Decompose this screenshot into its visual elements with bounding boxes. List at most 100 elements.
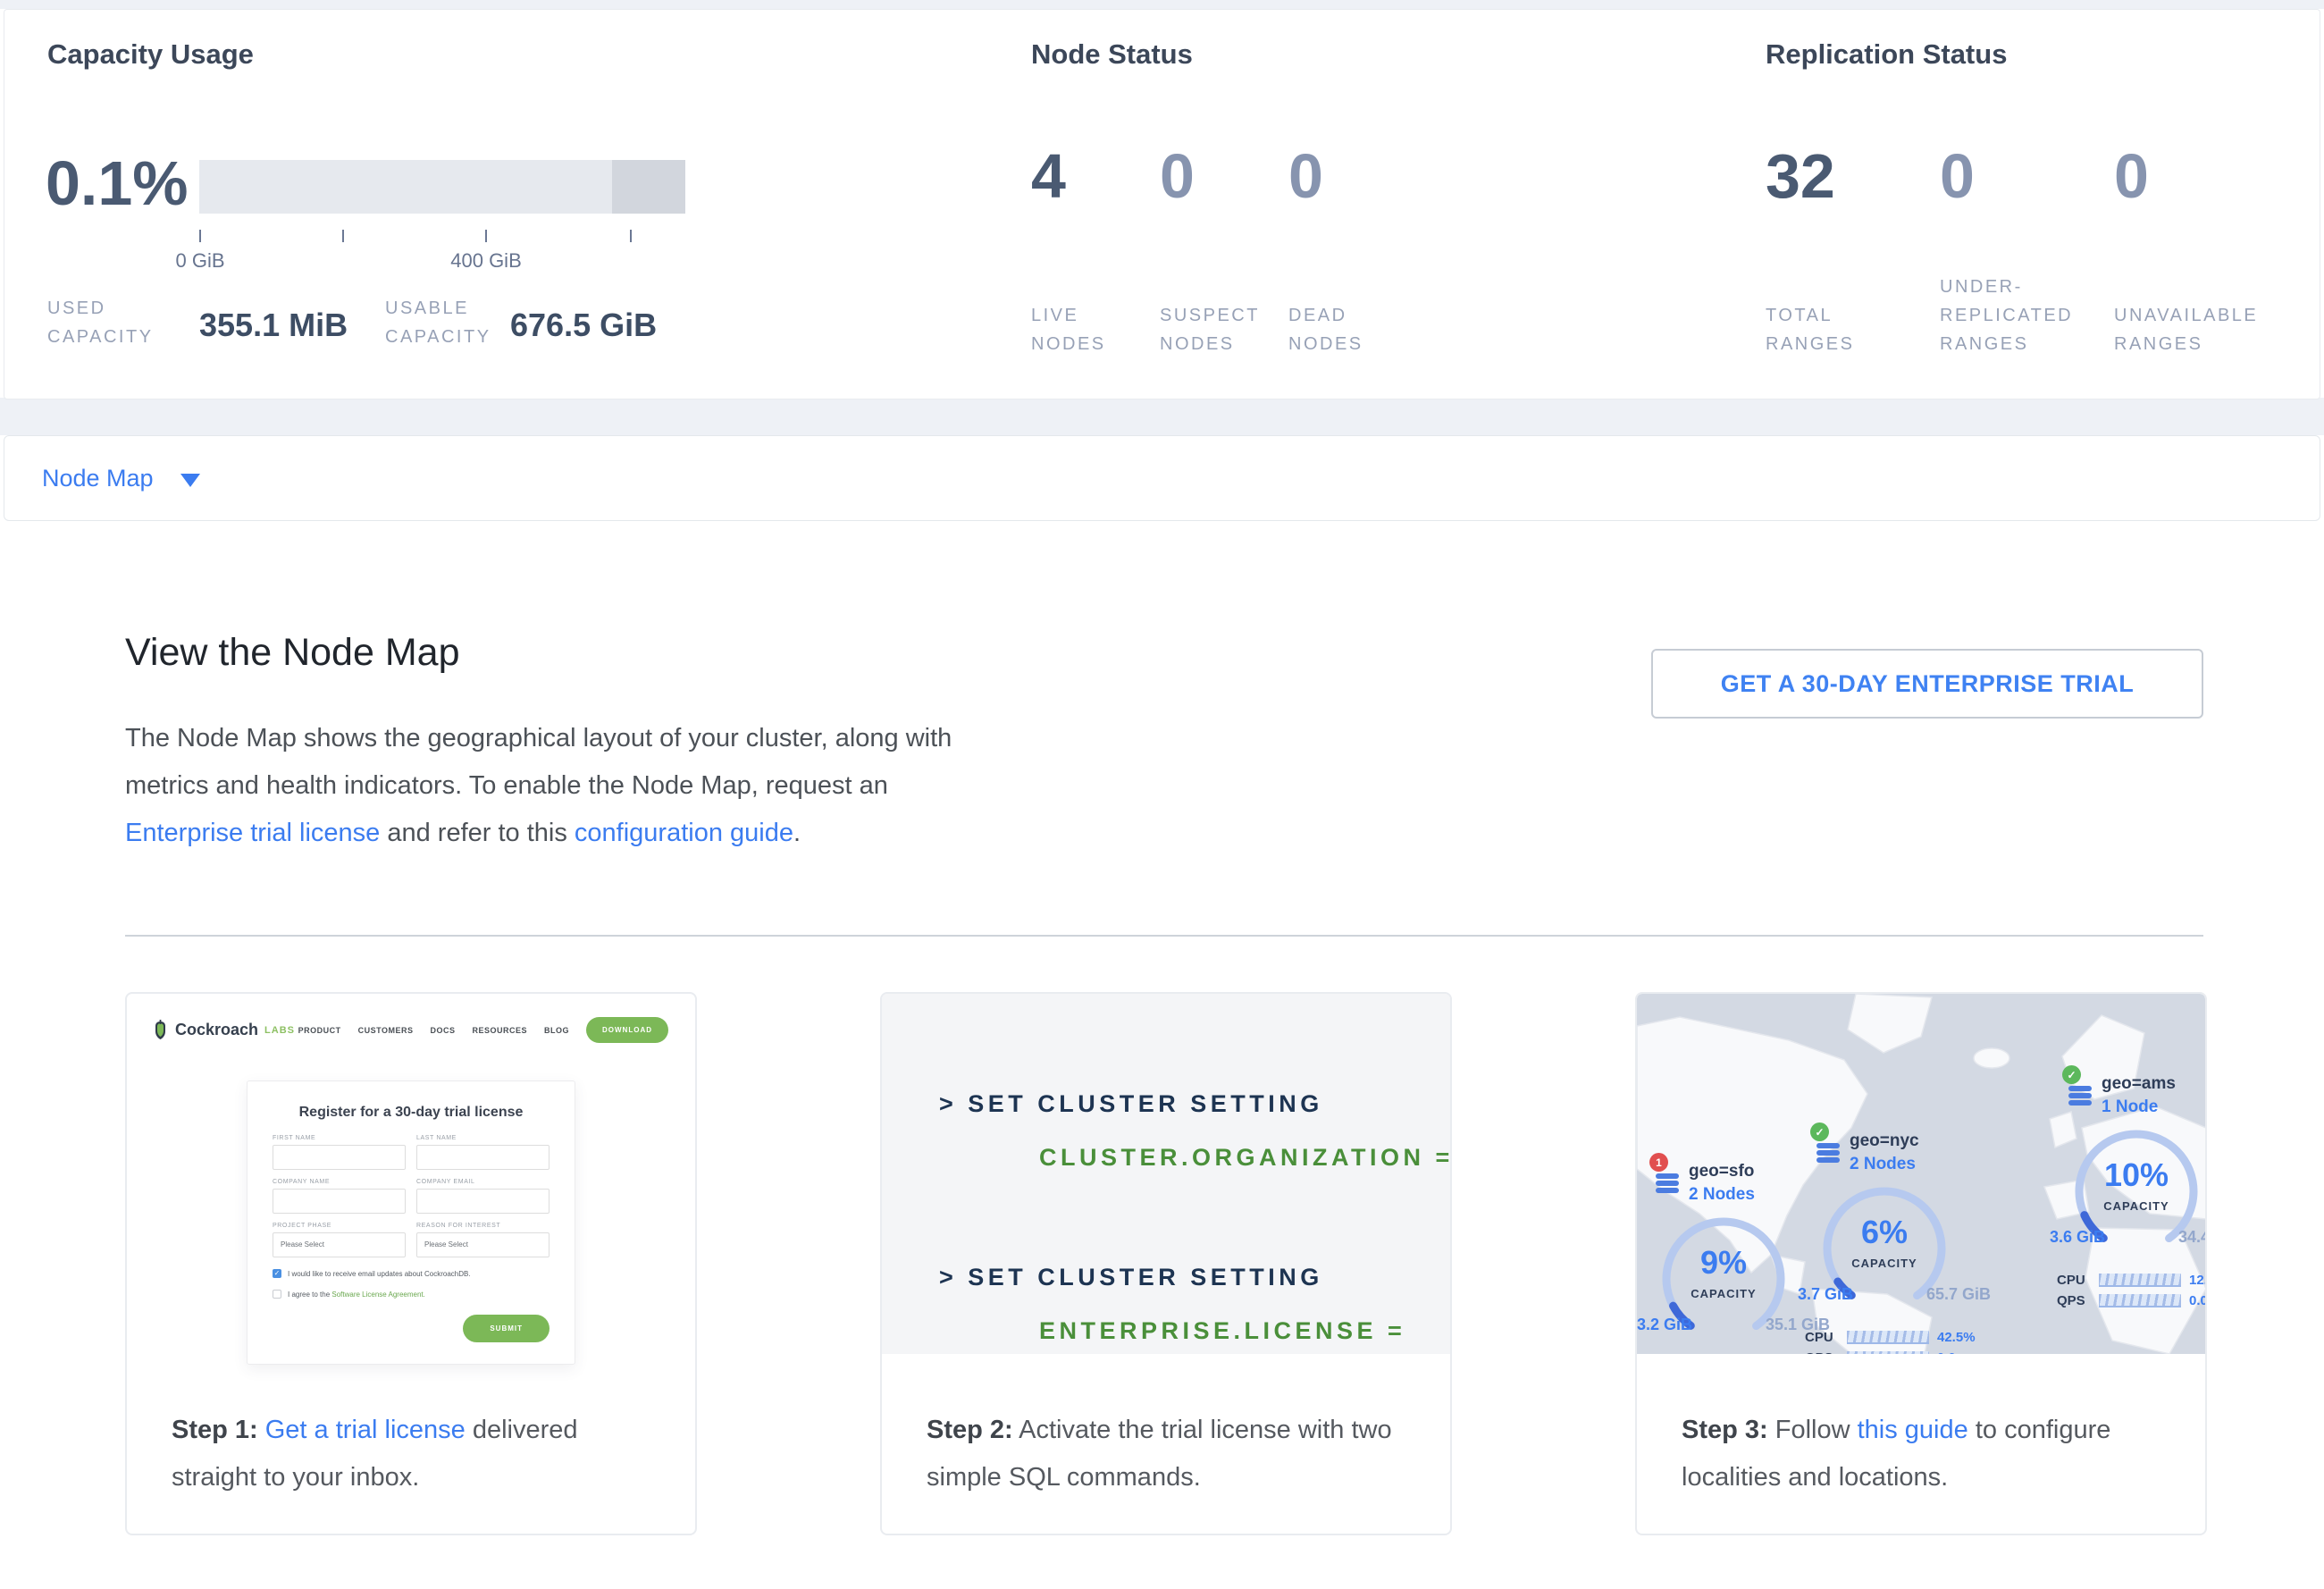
step1-card: Cockroach LABS PRODUCT CUSTOMERS DOCS RE…	[125, 992, 697, 1535]
cluster-sfo: 1 geo=sfo 2 Nodes 9% CAPACITY 3.2 GiB 35…	[1651, 1160, 1839, 1354]
mini-license-agree-checkbox[interactable]	[273, 1290, 281, 1299]
section-divider	[125, 935, 2203, 937]
capacity-used: 3.6 GiB	[2050, 1228, 2105, 1247]
cpu-sparkline	[2099, 1274, 2181, 1287]
cluster-nyc: ✓ geo=nyc 2 Nodes 6% CAPACITY 3.7 GiB 65…	[1812, 1130, 2000, 1354]
step2-card: > SET CLUSTER SETTING CLUSTER.ORGANIZATI…	[880, 992, 1452, 1535]
mini-license-agree-label: I agree to the	[288, 1291, 331, 1299]
cluster-ams: ✓ geo=ams 1 Node 10% CAPACITY 3.6 GiB 34…	[2064, 1072, 2205, 1308]
enterprise-trial-button[interactable]: GET A 30-DAY ENTERPRISE TRIAL	[1651, 649, 2203, 719]
mini-reason-select[interactable]: Please Select	[416, 1232, 550, 1257]
mini-company-name-label: COMPANY NAME	[273, 1179, 406, 1185]
capacity-total: 65.7 GiB	[1926, 1285, 1991, 1304]
mini-email-updates-label: I would like to receive email updates ab…	[288, 1270, 471, 1278]
mini-first-name-label: FIRST NAME	[273, 1135, 406, 1141]
capacity-ring-gauge: 6% CAPACITY 3.7 GiB 65.7 GiB	[1817, 1181, 1951, 1316]
capacity-usage-title: Capacity Usage	[47, 38, 254, 71]
mini-submit-button[interactable]: SUBMIT	[463, 1315, 550, 1342]
mini-site-nav: PRODUCT CUSTOMERS DOCS RESOURCES BLOG DO…	[298, 1017, 668, 1043]
qps-value: 0.0	[2189, 1293, 2205, 1308]
unavailable-ranges-label: UNAVAILABLE RANGES	[2114, 301, 2258, 358]
cockroach-labs-logo: Cockroach LABS	[152, 1020, 295, 1041]
capacity-used: 3.2 GiB	[1637, 1316, 1692, 1334]
cockroach-bug-icon	[152, 1020, 169, 1041]
mini-site-header: Cockroach LABS PRODUCT CUSTOMERS DOCS RE…	[127, 994, 695, 1043]
capacity-usage-percent: 0.1%	[46, 151, 189, 215]
mini-download-button[interactable]: DOWNLOAD	[586, 1017, 668, 1043]
step1-caption: Step 1: Get a trial license delivered st…	[172, 1407, 663, 1501]
mini-brand-suffix: LABS	[264, 1025, 295, 1036]
this-guide-link[interactable]: this guide	[1858, 1416, 1968, 1444]
mini-nav-product[interactable]: PRODUCT	[298, 1026, 341, 1035]
healthy-badge-icon: ✓	[2062, 1065, 2081, 1084]
qps-value: 0.0	[1937, 1350, 1956, 1354]
mini-nav-blog[interactable]: BLOG	[544, 1026, 569, 1035]
enterprise-trial-license-link[interactable]: Enterprise trial license	[125, 819, 380, 847]
step3-card: 1 geo=sfo 2 Nodes 9% CAPACITY 3.2 GiB 35…	[1635, 992, 2207, 1535]
qps-sparkline	[1847, 1351, 1929, 1354]
database-stack-icon	[2068, 1086, 2092, 1107]
cpu-value: 12.3%	[2189, 1273, 2205, 1288]
unavailable-ranges-column: 0 UNAVAILABLE RANGES	[2114, 38, 2293, 358]
mini-company-email-input[interactable]	[416, 1189, 550, 1214]
mini-company-email-label: COMPANY EMAIL	[416, 1179, 550, 1185]
total-ranges-label: TOTAL RANGES	[1766, 301, 1854, 358]
cluster-node-count: 1 Node	[2102, 1097, 2158, 1117]
database-stack-icon	[1656, 1173, 1679, 1195]
view-selector-bar[interactable]: Node Map	[4, 435, 2320, 521]
gauge-tick	[485, 230, 487, 242]
gauge-tick	[342, 230, 344, 242]
configuration-guide-link[interactable]: configuration guide	[575, 819, 793, 847]
capacity-percent: 10%	[2069, 1156, 2203, 1194]
sql-code-panel: > SET CLUSTER SETTING CLUSTER.ORGANIZATI…	[882, 994, 1450, 1354]
mini-last-name-label: LAST NAME	[416, 1135, 550, 1141]
sql-line-1: > SET CLUSTER SETTING	[939, 1090, 1323, 1118]
node-status-columns: 4 LIVE NODES 0 SUSPECT NODES 0 DEAD NODE…	[1031, 38, 1442, 358]
capacity-gauge-bar	[199, 160, 685, 214]
mini-email-updates-checkbox[interactable]: ✓	[273, 1269, 281, 1278]
under-replicated-ranges-column: 0 UNDER- REPLICATED RANGES	[1940, 38, 2118, 358]
page-top-strip	[0, 0, 2324, 9]
cpu-label: CPU	[2057, 1273, 2091, 1288]
capacity-used: 3.7 GiB	[1798, 1285, 1853, 1304]
usable-capacity-label: USABLE CAPACITY	[385, 294, 491, 351]
cpu-label: CPU	[1805, 1330, 1839, 1345]
dead-nodes-label: DEAD NODES	[1288, 301, 1363, 358]
dead-nodes-value: 0	[1288, 144, 1323, 208]
capacity-percent: 9%	[1657, 1244, 1791, 1282]
live-nodes-value: 4	[1031, 144, 1066, 208]
mini-reason-label: REASON FOR INTEREST	[416, 1223, 550, 1229]
mini-brand-text: Cockroach	[175, 1021, 258, 1039]
cluster-locality: geo=sfo	[1689, 1162, 1754, 1181]
mini-trial-form: Register for a 30-day trial license FIRS…	[247, 1080, 575, 1365]
mini-nav-resources[interactable]: RESOURCES	[472, 1026, 527, 1035]
under-replicated-ranges-label: UNDER- REPLICATED RANGES	[1940, 273, 2073, 358]
used-capacity-value: 355.1 MiB	[199, 307, 348, 344]
capacity-percent: 6%	[1817, 1214, 1951, 1251]
cluster-locality: geo=ams	[2102, 1074, 2176, 1094]
mini-first-name-input[interactable]	[273, 1145, 406, 1170]
mini-nav-docs[interactable]: DOCS	[430, 1026, 455, 1035]
suspect-nodes-label: SUSPECT NODES	[1160, 301, 1260, 358]
gauge-tick	[630, 230, 632, 242]
under-replicated-ranges-value: 0	[1940, 144, 1975, 208]
view-selector-label[interactable]: Node Map	[42, 465, 154, 492]
mini-form-title: Register for a 30-day trial license	[273, 1105, 550, 1121]
section-gap-strip	[0, 398, 2324, 435]
step3-caption: Step 3: Follow this guide to configure l…	[1682, 1407, 2173, 1501]
capacity-label: CAPACITY	[1657, 1287, 1791, 1300]
dead-nodes-column: 0 DEAD NODES	[1288, 38, 1408, 358]
usable-capacity-value: 676.5 GiB	[510, 307, 657, 344]
mini-last-name-input[interactable]	[416, 1145, 550, 1170]
mini-license-agreement-link[interactable]: Software License Agreement.	[331, 1291, 425, 1299]
sql-line-3: > SET CLUSTER SETTING	[939, 1264, 1323, 1291]
mini-company-name-input[interactable]	[273, 1189, 406, 1214]
mini-nav-customers[interactable]: CUSTOMERS	[358, 1026, 414, 1035]
mini-project-phase-select[interactable]: Please Select	[273, 1232, 406, 1257]
get-trial-license-link[interactable]: Get a trial license	[265, 1416, 466, 1444]
cluster-locality: geo=nyc	[1850, 1131, 1919, 1151]
suspect-nodes-value: 0	[1160, 144, 1195, 208]
step2-caption: Step 2: Activate the trial license with …	[927, 1407, 1418, 1501]
capacity-gauge-reserved-segment	[612, 160, 685, 214]
capacity-total: 34.4 GiB	[2178, 1228, 2205, 1247]
